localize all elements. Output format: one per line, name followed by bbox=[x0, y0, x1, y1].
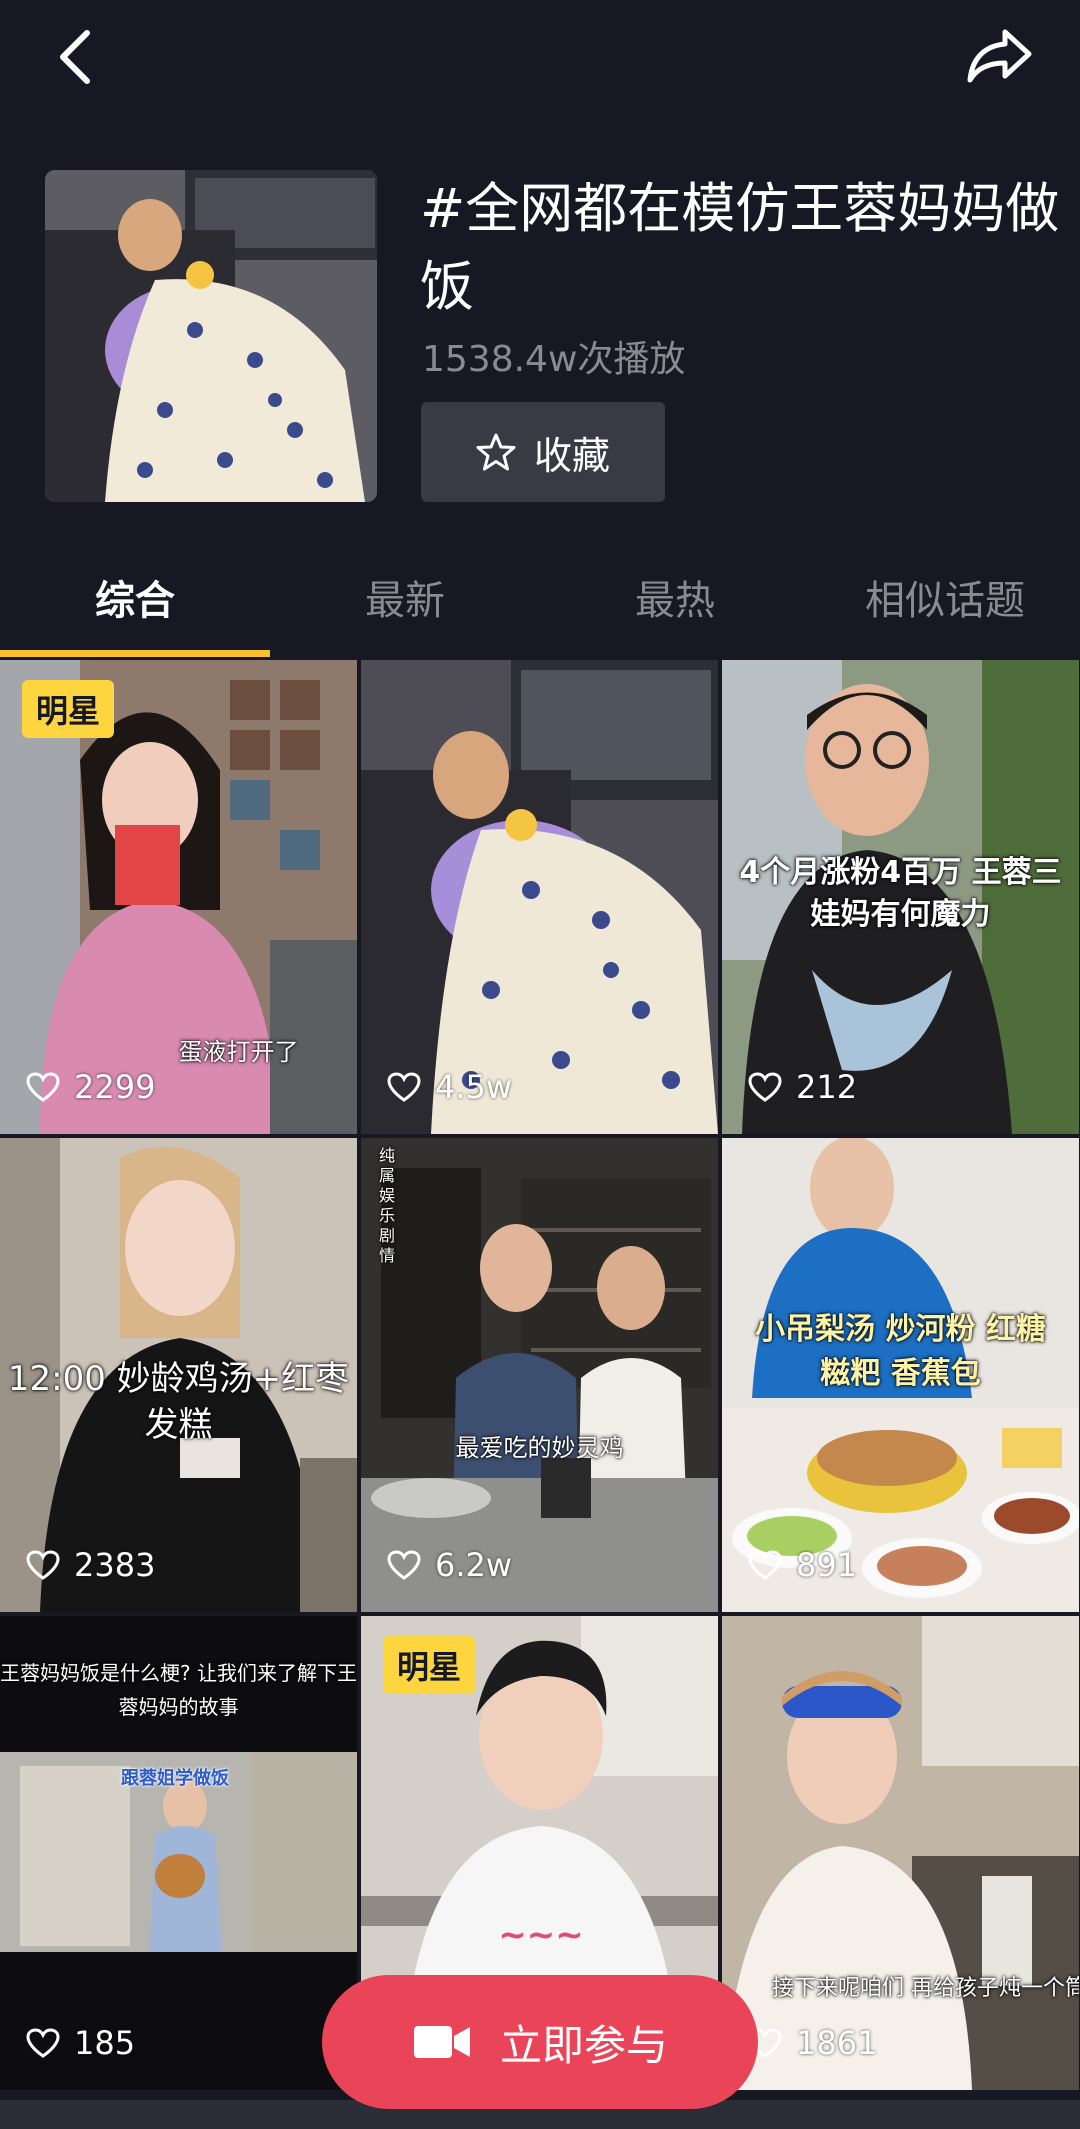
top-bar bbox=[0, 0, 1080, 120]
video-sub-caption: 跟蓉姐学做饭 bbox=[121, 1768, 229, 1789]
tab-bar: 综合 最新 最热 相似话题 bbox=[0, 540, 1080, 658]
video-card[interactable]: 12:00 妙龄鸡汤+红枣发糕 2383 bbox=[0, 1138, 357, 1612]
tab-latest[interactable]: 最新 bbox=[270, 568, 540, 626]
like-count: 2383 bbox=[26, 1546, 155, 1584]
video-caption: 蛋液打开了 bbox=[178, 1038, 299, 1066]
heart-icon bbox=[387, 1550, 421, 1580]
back-button[interactable] bbox=[40, 22, 110, 92]
video-caption: 4个月涨粉4百万 王蓉三娃妈有何魔力 bbox=[739, 855, 1062, 932]
favorite-button[interactable]: 收藏 bbox=[421, 402, 665, 502]
like-count-text: 2383 bbox=[74, 1546, 156, 1584]
heart-icon bbox=[387, 1072, 421, 1102]
video-card[interactable]: 明星 蛋液打开了 2299 bbox=[0, 660, 357, 1134]
like-count: 212 bbox=[748, 1068, 857, 1106]
tab-similar-topics[interactable]: 相似话题 bbox=[810, 568, 1080, 626]
like-count: 6.2w bbox=[387, 1546, 512, 1584]
celebrity-badge: 明星 bbox=[22, 680, 115, 738]
play-count: 1538.4w次播放 bbox=[422, 339, 686, 380]
topic-header: #全网都在模仿王蓉妈妈做饭 1538.4w次播放 收藏 bbox=[45, 170, 1059, 502]
like-count: 2299 bbox=[26, 1068, 155, 1106]
star-icon bbox=[476, 433, 516, 471]
like-count-text: 2299 bbox=[74, 1068, 156, 1106]
topic-title: #全网都在模仿王蓉妈妈做饭 bbox=[420, 177, 1060, 318]
celebrity-badge: 明星 bbox=[383, 1636, 476, 1694]
heart-icon bbox=[748, 1072, 782, 1102]
like-count: 4.5w bbox=[387, 1068, 512, 1106]
favorite-label: 收藏 bbox=[533, 433, 610, 478]
share-button[interactable] bbox=[960, 20, 1040, 90]
like-count-text: 6.2w bbox=[435, 1546, 513, 1584]
heart-icon bbox=[26, 1072, 60, 1102]
video-camera-icon bbox=[413, 2026, 470, 2058]
heart-icon bbox=[748, 1550, 782, 1580]
svg-text:~~~: ~~~ bbox=[498, 1915, 583, 1955]
share-arrow-icon bbox=[967, 29, 1032, 83]
join-button-label: 立即参与 bbox=[499, 2020, 668, 2070]
tab-comprehensive[interactable]: 综合 bbox=[0, 568, 270, 626]
like-count-text: 212 bbox=[796, 1068, 858, 1106]
join-button[interactable]: 立即参与 bbox=[322, 1975, 758, 2109]
like-count-text: 4.5w bbox=[435, 1068, 513, 1106]
video-side-text: 纯属娱乐剧情 bbox=[379, 1146, 396, 1265]
chevron-left-icon bbox=[60, 30, 90, 84]
video-card[interactable]: 小吊梨汤 炒河粉 红糖糍粑 香蕉包 891 bbox=[722, 1138, 1079, 1612]
video-card[interactable]: 纯属娱乐剧情 最爱吃的妙灵鸡 6.2w bbox=[361, 1138, 718, 1612]
topic-cover-image[interactable] bbox=[45, 170, 377, 502]
video-caption: 12:00 妙龄鸡汤+红枣发糕 bbox=[7, 1359, 350, 1445]
heart-icon bbox=[26, 1550, 60, 1580]
like-count: 185 bbox=[26, 2024, 135, 2062]
like-count-text: 891 bbox=[796, 1546, 858, 1584]
video-card[interactable]: 4个月涨粉4百万 王蓉三娃妈有何魔力 212 bbox=[722, 660, 1079, 1134]
like-count: 891 bbox=[748, 1546, 857, 1584]
like-count-text: 185 bbox=[74, 2024, 136, 2062]
heart-icon bbox=[26, 2028, 60, 2058]
video-card[interactable]: 接下来呢咱们 再给孩子炖一个筒骨 1861 bbox=[722, 1616, 1079, 2090]
video-caption: 接下来呢咱们 再给孩子炖一个筒骨 bbox=[772, 1976, 1079, 2001]
tab-hottest[interactable]: 最热 bbox=[540, 568, 810, 626]
video-caption: 小吊梨汤 炒河粉 红糖糍粑 香蕉包 bbox=[755, 1312, 1046, 1391]
like-count-text: 1861 bbox=[796, 2024, 878, 2062]
video-caption: 王蓉妈妈饭是什么梗? 让我们来了解下王蓉妈妈的故事 bbox=[0, 1661, 357, 1719]
video-card[interactable]: 王蓉妈妈饭是什么梗? 让我们来了解下王蓉妈妈的故事 跟蓉姐学做饭 185 bbox=[0, 1616, 357, 2090]
video-card[interactable]: 4.5w bbox=[361, 660, 718, 1134]
video-caption: 最爱吃的妙灵鸡 bbox=[455, 1434, 624, 1462]
like-count: 1861 bbox=[748, 2024, 877, 2062]
active-tab-indicator bbox=[0, 650, 270, 657]
